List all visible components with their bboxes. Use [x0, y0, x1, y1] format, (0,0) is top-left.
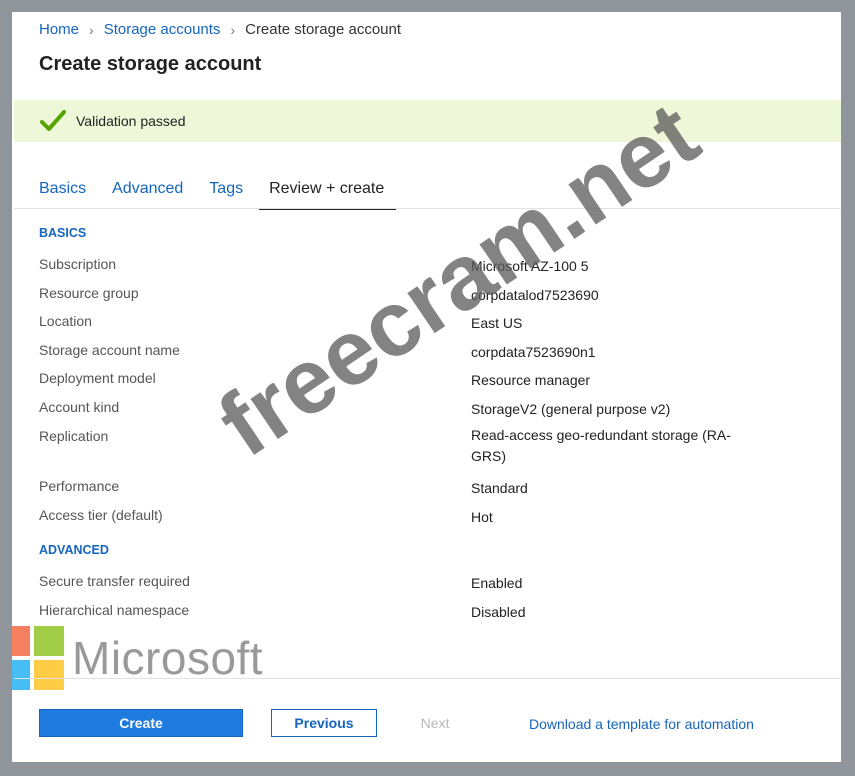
- summary-value: StorageV2 (general purpose v2): [471, 401, 671, 417]
- tab-review-create[interactable]: Review + create: [259, 178, 397, 210]
- microsoft-wordmark: Microsoft: [72, 632, 264, 684]
- summary-label: Deployment model: [39, 370, 156, 386]
- summary-label: Secure transfer required: [39, 573, 190, 589]
- breadcrumb-current: Create storage account: [245, 21, 402, 38]
- chevron-right-icon: ›: [230, 21, 236, 38]
- summary-value: Standard: [471, 480, 528, 496]
- breadcrumb: Home › Storage accounts › Create storage…: [39, 21, 401, 38]
- tab-advanced[interactable]: Advanced: [112, 178, 183, 208]
- create-button[interactable]: Create: [39, 709, 243, 737]
- tab-basics[interactable]: Basics: [39, 178, 86, 208]
- summary-label: Account kind: [39, 399, 120, 415]
- summary-label: Subscription: [39, 256, 117, 272]
- next-button[interactable]: Next: [400, 709, 470, 737]
- tab-divider: [14, 208, 841, 209]
- summary-label: Performance: [39, 478, 120, 494]
- summary-label: Access tier (default): [39, 507, 163, 523]
- section-heading-advanced: ADVANCED: [39, 543, 109, 557]
- microsoft-logo: Microsoft: [12, 626, 263, 690]
- summary-value: Disabled: [471, 604, 526, 620]
- breadcrumb-home-link[interactable]: Home: [39, 21, 79, 38]
- summary-value: Read-access geo-redundant storage (RA-GR…: [471, 427, 731, 464]
- breadcrumb-storage-accounts-link[interactable]: Storage accounts: [104, 21, 221, 38]
- azure-portal-blade: Home › Storage accounts › Create storage…: [12, 12, 841, 762]
- download-template-link[interactable]: Download a template for automation: [529, 716, 754, 732]
- summary-value: corpdata7523690n1: [471, 344, 596, 360]
- check-icon: [40, 110, 66, 131]
- previous-button[interactable]: Previous: [271, 709, 377, 737]
- summary-value: East US: [471, 315, 523, 331]
- summary-label: Location: [39, 313, 92, 329]
- summary-value: Enabled: [471, 575, 523, 591]
- page-title: Create storage account: [39, 53, 262, 75]
- summary-label: Resource group: [39, 285, 139, 301]
- tab-strip: Basics Advanced Tags Review + create: [39, 178, 422, 210]
- footer-divider: [14, 678, 841, 679]
- summary-value: Microsoft AZ-100 5: [471, 258, 589, 274]
- validation-text: Validation passed: [76, 113, 186, 129]
- microsoft-windows-icon: [12, 626, 64, 690]
- summary-label: Storage account name: [39, 342, 180, 358]
- section-heading-basics: BASICS: [39, 226, 87, 240]
- summary-label: Hierarchical namespace: [39, 602, 190, 618]
- summary-value: Hot: [471, 509, 493, 525]
- summary-label: Replication: [39, 428, 109, 444]
- summary-value: Resource manager: [471, 372, 591, 388]
- summary-value: corpdatalod7523690: [471, 287, 599, 303]
- validation-banner: Validation passed: [14, 100, 841, 142]
- chevron-right-icon: ›: [89, 21, 94, 38]
- tab-tags[interactable]: Tags: [209, 178, 243, 208]
